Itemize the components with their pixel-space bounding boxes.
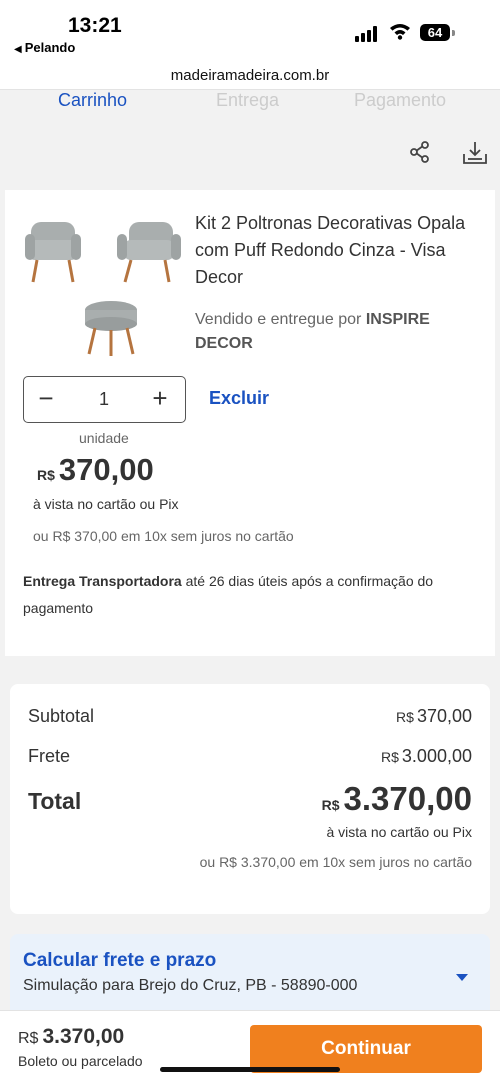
step-pagamento: Pagamento	[354, 90, 447, 110]
total-value: R$ 3.370,00	[322, 780, 472, 818]
subtotal-value: R$ 370,00	[396, 706, 472, 727]
wifi-icon	[390, 24, 410, 40]
price-payment-note: à vista no cartão ou Pix	[33, 496, 179, 512]
order-summary-card: Subtotal R$ 370,00 Frete R$ 3.000,00 Total…	[10, 684, 490, 914]
delivery-method: Entrega Transportadora	[23, 573, 182, 589]
back-app-label: Pelando	[24, 40, 76, 55]
seller-info: Vendido e entregue por INSPIRE DECOR	[195, 308, 480, 356]
total-label: Total	[28, 788, 82, 814]
total-payment-note: à vista no cartão ou Pix	[326, 824, 472, 840]
address-bar-url[interactable]: madeiramadeira.com.br	[0, 67, 500, 84]
shipping-value: R$ 3.000,00	[381, 746, 472, 767]
decrease-quantity-button[interactable]: −	[34, 385, 58, 411]
shipping-calc-title[interactable]: Calcular frete e prazo	[23, 950, 216, 972]
shipping-amount: 3.000,00	[401, 746, 472, 766]
cart-item-card: Kit 2 Poltronas Decorativas Opala com Pu…	[5, 190, 495, 656]
battery-icon: 64	[420, 24, 450, 41]
seller-prefix: Vendido e entregue por	[195, 311, 362, 328]
share-icon[interactable]	[408, 140, 432, 164]
home-indicator[interactable]	[160, 1067, 340, 1072]
cellular-signal-icon	[355, 26, 381, 42]
bottom-currency: R$	[18, 1030, 39, 1047]
item-installments: ou R$ 370,00 em 10x sem juros no cartão	[33, 528, 294, 544]
unit-label: unidade	[79, 430, 129, 446]
product-title[interactable]: Kit 2 Poltronas Decorativas Opala com Pu…	[195, 210, 480, 291]
price-value: 370,00	[58, 452, 154, 487]
chevron-down-icon[interactable]	[456, 974, 468, 981]
download-icon[interactable]	[462, 140, 488, 166]
subtotal-amount: 370,00	[416, 706, 472, 726]
step-entrega: Entrega	[216, 90, 280, 110]
quantity-value: 1	[98, 389, 109, 409]
item-price: R$ 370,00	[37, 452, 154, 488]
battery-tip	[452, 30, 455, 36]
checkout-steps: Carrinho Entrega Pagamento	[0, 90, 500, 118]
quantity-stepper: − 1 +	[23, 376, 186, 423]
bottom-price-value: 3.370,00	[42, 1025, 125, 1048]
shipping-label: Frete	[28, 746, 71, 766]
step-carrinho[interactable]: Carrinho	[58, 90, 127, 111]
total-amount: 3.370,00	[343, 780, 472, 817]
delivery-info: Entrega Transportadora até 26 dias úteis…	[23, 568, 483, 622]
remove-item-button[interactable]: Excluir	[209, 388, 269, 409]
bottom-total-price: R$ 3.370,00	[18, 1025, 124, 1049]
status-bar: 13:21 ◀ Pelando 64 madeiramadeira.com.br	[0, 0, 500, 90]
bottom-payment-note: Boleto ou parcelado	[18, 1053, 143, 1069]
total-installments: ou R$ 3.370,00 em 10x sem juros no cartã…	[199, 854, 472, 870]
continue-button[interactable]: Continuar	[250, 1025, 482, 1073]
increase-quantity-button[interactable]: +	[148, 385, 172, 411]
back-triangle-icon: ◀	[14, 44, 22, 55]
subtotal-currency: R$	[396, 709, 414, 725]
product-image[interactable]	[25, 210, 185, 360]
status-time: 13:21	[68, 14, 122, 37]
back-to-app-link[interactable]: ◀ Pelando	[14, 40, 75, 55]
checkout-bottom-bar: R$ 3.370,00 Boleto ou parcelado Continuar	[0, 1010, 500, 1083]
shipping-currency: R$	[381, 749, 399, 765]
subtotal-label: Subtotal	[28, 706, 95, 726]
price-currency: R$	[37, 467, 55, 483]
total-currency: R$	[321, 797, 340, 813]
shipping-simulation-text: Simulação para Brejo do Cruz, PB - 58890…	[23, 977, 358, 994]
